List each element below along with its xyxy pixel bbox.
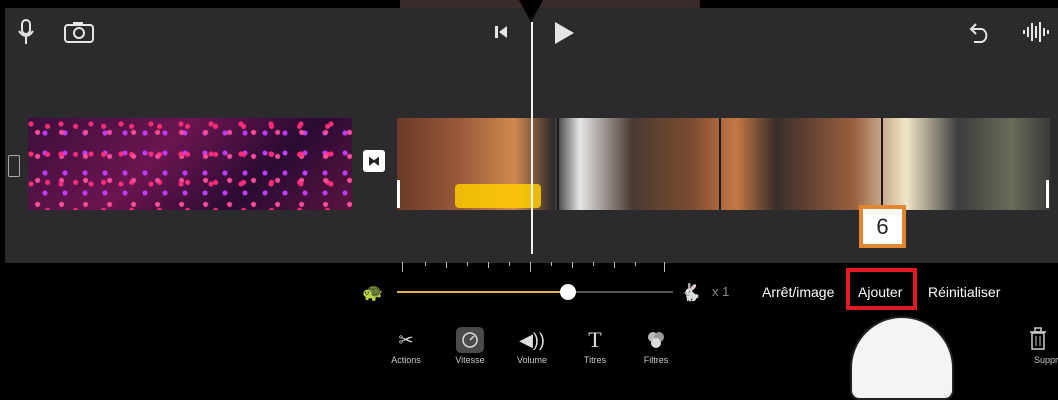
highlight-box: [846, 268, 917, 310]
rabbit-fast-icon: 🐇: [680, 283, 702, 302]
camera-icon[interactable]: [64, 20, 94, 44]
scissors-icon: ✂: [398, 329, 414, 350]
preview-strip: [400, 0, 700, 8]
trash-icon[interactable]: [1028, 327, 1048, 356]
tool-titles[interactable]: T Titres: [570, 327, 620, 365]
playhead[interactable]: [531, 22, 533, 254]
clip-trim-handle-right[interactable]: [1046, 180, 1049, 208]
clip-trim-handle-left[interactable]: [397, 180, 400, 208]
freeze-frame-button[interactable]: Arrêt/image: [762, 284, 834, 300]
tool-actions[interactable]: ✂ Actions: [381, 327, 431, 366]
clip-separator: [719, 118, 721, 210]
speed-slider-knob[interactable]: [560, 284, 577, 300]
tool-filters[interactable]: Filtres: [631, 327, 681, 365]
tool-titles-label: Titres: [583, 355, 607, 365]
speed-multiplier-label: x 1: [712, 284, 730, 299]
clip-separator: [557, 118, 559, 210]
tool-volume-label: Volume: [516, 355, 548, 365]
step-number-badge: 6: [859, 205, 906, 248]
playhead-notch: [519, 0, 543, 22]
tool-filters-label: Filtres: [643, 355, 669, 365]
tool-speed-label: Vitesse: [455, 355, 485, 365]
filters-icon: [631, 327, 681, 353]
tool-actions-label: Actions: [391, 355, 421, 365]
video-editor-screen: ⧓ 🐢 🐇 x 1 Arrêt/image Ajouter Réinitiali…: [0, 0, 1058, 400]
text-icon: T: [588, 327, 602, 352]
audio-waveform-icon[interactable]: [1020, 18, 1052, 46]
undo-icon[interactable]: [966, 18, 994, 46]
speaker-icon: ◀)): [519, 329, 545, 350]
transition-icon[interactable]: ⧓: [363, 150, 385, 172]
tool-speed[interactable]: Vitesse: [445, 327, 495, 365]
delete-label[interactable]: Supprimer: [1034, 355, 1058, 365]
speed-range-selection[interactable]: [455, 184, 541, 208]
timeline-left-handle[interactable]: [8, 155, 20, 177]
skip-to-start-icon[interactable]: [490, 20, 512, 44]
tool-volume[interactable]: ◀)) Volume: [507, 327, 557, 366]
speedometer-icon: [456, 327, 484, 353]
play-icon[interactable]: [550, 18, 578, 48]
speed-slider-fill: [397, 291, 569, 293]
video-clip-fireworks[interactable]: [28, 118, 352, 210]
microphone-icon[interactable]: [14, 18, 38, 46]
finger-pointer: [850, 316, 954, 400]
clip-separator: [881, 118, 883, 210]
turtle-slow-icon: 🐢: [362, 283, 384, 302]
reset-button[interactable]: Réinitialiser: [928, 284, 1000, 300]
